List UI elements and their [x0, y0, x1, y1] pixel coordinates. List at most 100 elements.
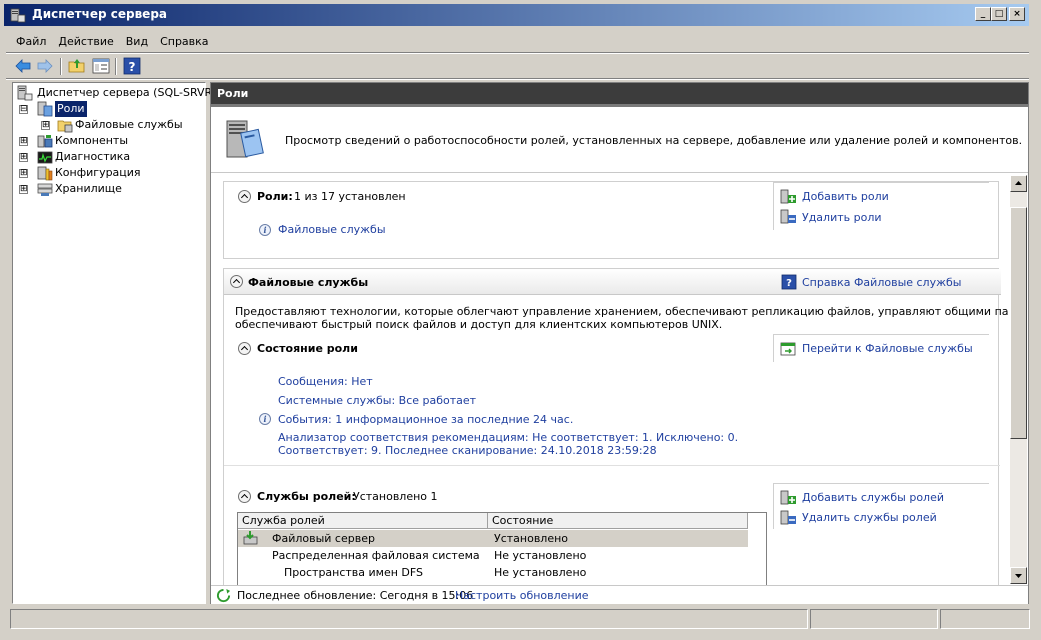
messages-link[interactable]: Сообщения: Нет [278, 375, 373, 388]
collapse-roles-icon[interactable] [238, 190, 251, 203]
toolbar-separator [60, 58, 62, 75]
roles-actions-panel: Добавить роли Удалить роли [773, 182, 989, 230]
expand-icon[interactable]: ⊞ [41, 121, 50, 130]
role-services-table: Служба ролей Состояние Файловый сервер У… [237, 512, 767, 585]
row-state: Не установлено [494, 549, 587, 562]
role-status-title: Состояние роли [257, 342, 358, 355]
roles-summary-section: Роли: 1 из 17 установлен i Файловые служ… [223, 181, 999, 259]
remove-roles-icon [780, 209, 796, 224]
file-services-role-link[interactable]: Файловые службы [278, 223, 386, 236]
configure-refresh-link[interactable]: Настроить обновление [455, 589, 589, 602]
collapse-icon[interactable]: ⊟ [19, 105, 28, 114]
info-icon: i [259, 413, 271, 425]
back-icon[interactable] [14, 57, 32, 75]
pane-header: Роли [211, 83, 1028, 107]
table-row[interactable]: Распределенная файловая система Не устан… [238, 547, 748, 564]
menu-file[interactable]: Файл [10, 33, 52, 50]
bpa-link-line1[interactable]: Анализатор соответствия рекомендациям: Н… [278, 431, 738, 444]
expand-icon[interactable]: ⊞ [19, 185, 28, 194]
summary-banner: Просмотр сведений о работоспособности ро… [211, 107, 1028, 173]
title-bar[interactable]: Диспетчер сервера _ □ × [4, 4, 1029, 26]
add-role-services-link[interactable]: Добавить службы ролей [802, 491, 944, 504]
configuration-icon [37, 166, 53, 181]
tree-item-label: Хранилище [55, 182, 122, 195]
role-services-count: Установлено 1 [353, 490, 438, 503]
scroll-thumb[interactable] [1010, 207, 1027, 439]
help-icon-glyph: ? [129, 60, 136, 74]
maximize-button[interactable]: □ [991, 7, 1007, 21]
tree-item-label: Роли [54, 100, 88, 118]
file-services-icon [57, 120, 73, 133]
help-icon[interactable]: ? [123, 57, 141, 75]
tree-item-roles[interactable]: ⊟ Роли [17, 100, 197, 118]
expand-icon[interactable]: ⊞ [19, 169, 28, 178]
events-link[interactable]: События: 1 информационное за последние 2… [278, 413, 573, 426]
bpa-link-line2[interactable]: Соответствует: 9. Последнее сканирование… [278, 444, 657, 457]
show-hide-tree-icon[interactable] [92, 57, 110, 75]
expand-icon[interactable]: ⊞ [19, 153, 28, 162]
menu-divider [6, 52, 1029, 54]
server-icon [17, 85, 33, 101]
navigation-tree: Диспетчер сервера (SQL-SRVR) ⊟ Роли ⊞ Фа… [12, 82, 217, 604]
roles-section-title: Роли: [257, 190, 293, 203]
diagnostics-icon [37, 151, 53, 164]
vertical-scrollbar[interactable] [1010, 175, 1027, 584]
menu-action[interactable]: Действие [52, 33, 119, 50]
info-icon: i [259, 224, 271, 236]
add-roles-icon [780, 189, 796, 204]
system-services-link[interactable]: Системные службы: Все работает [278, 394, 476, 407]
tree-item-label: Компоненты [55, 134, 129, 147]
file-services-description-line1: Предоставляют технологии, которые облегч… [235, 305, 1009, 318]
up-folder-icon[interactable] [68, 57, 86, 75]
server-manager-app-icon [10, 8, 26, 23]
collapse-role-status-icon[interactable] [238, 342, 251, 355]
forward-icon[interactable] [36, 57, 54, 75]
window-title: Диспетчер сервера [32, 7, 167, 21]
roles-count-text: 1 из 17 установлен [294, 190, 406, 203]
pane-title: Роли [217, 87, 249, 100]
file-services-title: Файловые службы [248, 276, 369, 289]
table-row[interactable]: Пространства имен DFS Не установлено [238, 564, 748, 581]
arrow-up-icon [1015, 181, 1022, 185]
column-header-state[interactable]: Состояние [488, 513, 748, 529]
menu-view[interactable]: Вид [120, 33, 154, 50]
status-cell [810, 609, 938, 629]
remove-role-services-link[interactable]: Удалить службы ролей [802, 511, 937, 524]
goto-file-services-link[interactable]: Перейти к Файловые службы [802, 342, 973, 355]
tree-item-label: Файловые службы [75, 118, 183, 131]
role-services-title: Службы ролей: [257, 490, 356, 503]
file-services-help-link[interactable]: Справка Файловые службы [802, 276, 961, 289]
expand-icon[interactable]: ⊞ [19, 137, 28, 146]
collapse-role-services-icon[interactable] [238, 490, 251, 503]
remove-roles-link[interactable]: Удалить роли [802, 211, 882, 224]
add-roles-link[interactable]: Добавить роли [802, 190, 889, 203]
row-state: Установлено [494, 532, 569, 545]
status-cell [10, 609, 808, 629]
details-pane: Роли Просмотр сведений о работоспособнос… [210, 82, 1029, 604]
row-service: Пространства имен DFS [284, 566, 424, 579]
tree-item-label: Конфигурация [55, 166, 141, 179]
roles-large-icon [226, 120, 264, 158]
scroll-down-button[interactable] [1010, 567, 1027, 584]
row-service: Распределенная файловая система [272, 549, 480, 562]
status-cell [940, 609, 1030, 629]
add-role-services-icon [780, 490, 796, 505]
installed-icon [243, 531, 258, 545]
minimize-button[interactable]: _ [975, 7, 991, 21]
tree-item-label: Диагностика [55, 150, 131, 163]
tree-root-label: Диспетчер сервера (SQL-SRVR) [37, 86, 217, 99]
column-header-service[interactable]: Служба ролей [238, 513, 488, 529]
menu-help[interactable]: Справка [154, 33, 214, 50]
help-icon: ? [781, 274, 797, 290]
last-update-text: Последнее обновление: Сегодня в 15:06 [237, 589, 474, 602]
remove-role-services-icon [780, 510, 796, 525]
close-button[interactable]: × [1009, 7, 1025, 21]
section-divider [224, 465, 1000, 466]
row-service: Файловый сервер [272, 532, 375, 545]
scroll-up-button[interactable] [1010, 175, 1027, 192]
server-manager-window: Диспетчер сервера _ □ × Файл Действие Вид С… [0, 0, 1041, 640]
roles-icon [37, 101, 53, 117]
scroll-content: Роли: 1 из 17 установлен i Файловые служ… [221, 173, 1009, 585]
collapse-file-services-icon[interactable] [230, 275, 243, 288]
table-row[interactable]: Файловый сервер Установлено [238, 530, 748, 547]
